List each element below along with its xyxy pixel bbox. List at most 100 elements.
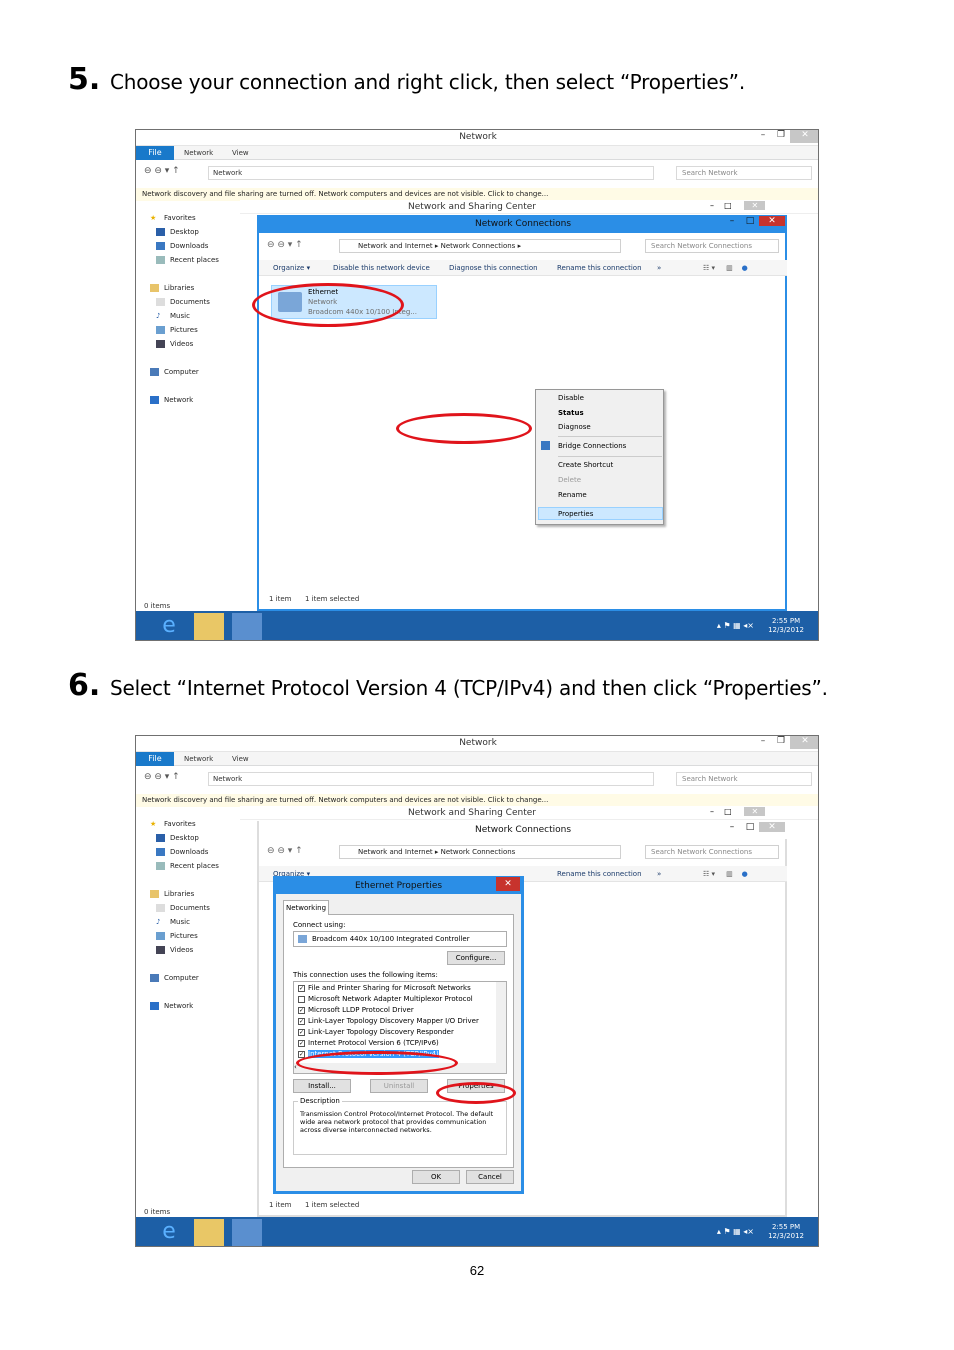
list-item[interactable]: ✓ Link-Layer Topology Discovery Responder [298, 1028, 454, 1036]
nav-desktop[interactable]: Desktop [156, 834, 199, 842]
close-icon[interactable]: ✕ [496, 877, 520, 891]
minimize-icon[interactable]: – [723, 216, 741, 226]
list-item[interactable]: ✓ Link-Layer Topology Discovery Mapper I/… [298, 1017, 479, 1025]
menu-item-disable[interactable]: Disable [558, 394, 584, 402]
system-tray-icons[interactable]: ▴ ⚑ ▦ ◂× [717, 1227, 754, 1236]
nc-title-bar: Network Connections – □ ✕ [259, 215, 787, 233]
nav-recent-places[interactable]: Recent places [156, 862, 219, 870]
rename-button[interactable]: Rename this connection [557, 264, 642, 272]
system-tray-icons[interactable]: ▴ ⚑ ▦ ◂× [717, 621, 754, 630]
restore-icon[interactable]: ❐ [772, 736, 790, 749]
search-input[interactable]: Search Network [676, 166, 812, 180]
nav-network[interactable]: Network [150, 1002, 193, 1010]
internet-explorer-icon[interactable]: e [154, 613, 184, 640]
minimize-icon[interactable]: – [754, 736, 772, 749]
menu-item-status[interactable]: Status [558, 409, 584, 417]
cancel-button[interactable]: Cancel [466, 1170, 514, 1184]
back-icon[interactable]: ⊖ ⊖ ▾ ↑ [144, 166, 180, 176]
tab-view[interactable]: View [232, 752, 249, 766]
nav-arrows-icon[interactable]: ⊖ ⊖ ▾ ↑ [267, 240, 303, 250]
address-input[interactable]: Network [208, 772, 654, 786]
uninstall-button[interactable]: Uninstall [370, 1079, 428, 1093]
rename-button[interactable]: Rename this connection [557, 870, 642, 878]
search-input[interactable]: Search Network [676, 772, 812, 786]
maximize-icon[interactable]: □ [741, 216, 759, 226]
more-commands-button[interactable]: » [657, 870, 661, 878]
nsc-window-controls[interactable]: – □ ✕ [710, 201, 766, 210]
menu-item-create-shortcut[interactable]: Create Shortcut [558, 461, 613, 469]
maximize-icon[interactable]: □ [741, 822, 759, 832]
control-panel-icon[interactable] [232, 1219, 262, 1246]
view-options-icon[interactable]: ☷ ▾ ▥ ● [703, 870, 748, 878]
close-icon[interactable]: ✕ [759, 822, 785, 832]
restore-icon[interactable]: ❐ [772, 130, 790, 143]
control-panel-icon[interactable] [232, 613, 262, 640]
nav-videos[interactable]: Videos [156, 340, 193, 348]
nav-pictures[interactable]: Pictures [156, 932, 198, 940]
file-explorer-icon[interactable] [194, 1219, 224, 1246]
file-explorer-icon[interactable] [194, 613, 224, 640]
list-item[interactable]: ✓ File and Printer Sharing for Microsoft … [298, 984, 471, 992]
clock[interactable]: 2:55 PM 12/3/2012 [768, 617, 804, 635]
nav-documents[interactable]: Documents [156, 298, 210, 306]
tab-networking[interactable]: Networking [283, 900, 329, 915]
screenshot-step-5: Network – ❐ ✕ File Network View ⊖ ⊖ ▾ ↑ Ne… [135, 129, 819, 641]
menu-item-rename[interactable]: Rename [558, 491, 587, 499]
nav-libraries[interactable]: Libraries [150, 890, 194, 898]
diagnose-button[interactable]: Diagnose this connection [449, 264, 538, 272]
nav-recent-places[interactable]: Recent places [156, 256, 219, 264]
nav-desktop[interactable]: Desktop [156, 228, 199, 236]
nav-documents[interactable]: Documents [156, 904, 210, 912]
menu-item-bridge[interactable]: Bridge Connections [558, 442, 626, 450]
nav-favorites[interactable]: ★ Favorites [150, 820, 196, 828]
view-options-icon[interactable]: ☷ ▾ ▥ ● [703, 264, 748, 272]
nc-breadcrumb[interactable]: Network and Internet ▸ Network Connectio… [339, 239, 621, 253]
nav-computer[interactable]: Computer [150, 368, 199, 376]
disable-device-button[interactable]: Disable this network device [333, 264, 430, 272]
install-button[interactable]: Install... [293, 1079, 351, 1093]
nav-network[interactable]: Network [150, 396, 193, 404]
list-scrollbar[interactable] [496, 982, 506, 1064]
menu-item-delete[interactable]: Delete [558, 476, 581, 484]
nav-videos[interactable]: Videos [156, 946, 193, 954]
red-highlight-circle [252, 283, 404, 327]
nav-downloads[interactable]: Downloads [156, 242, 208, 250]
nav-downloads[interactable]: Downloads [156, 848, 208, 856]
more-commands-button[interactable]: » [657, 264, 661, 272]
title-bar: Network – ❐ ✕ [136, 130, 818, 146]
ok-button[interactable]: OK [412, 1170, 460, 1184]
close-icon[interactable]: ✕ [790, 736, 818, 749]
internet-explorer-icon[interactable]: e [154, 1219, 184, 1246]
list-item[interactable]: ✓ Internet Protocol Version 6 (TCP/IPv6) [298, 1039, 439, 1047]
nav-favorites[interactable]: ★ Favorites [150, 214, 196, 222]
nav-computer[interactable]: Computer [150, 974, 199, 982]
clock[interactable]: 2:55 PM 12/3/2012 [768, 1223, 804, 1241]
window-title: Network [459, 132, 497, 142]
address-input[interactable]: Network [208, 166, 654, 180]
tab-network[interactable]: Network [184, 146, 213, 160]
nav-pictures[interactable]: Pictures [156, 326, 198, 334]
nc-search-input[interactable]: Search Network Connections [645, 239, 779, 253]
minimize-icon[interactable]: – [754, 130, 772, 143]
nav-arrows-icon[interactable]: ⊖ ⊖ ▾ ↑ [267, 846, 303, 856]
list-item[interactable]: Microsoft Network Adapter Multiplexor Pr… [298, 995, 473, 1003]
list-item[interactable]: ✓ Microsoft LLDP Protocol Driver [298, 1006, 414, 1014]
nsc-window-controls[interactable]: – □ ✕ [710, 807, 766, 816]
menu-item-properties[interactable]: Properties [558, 510, 593, 518]
menu-item-diagnose[interactable]: Diagnose [558, 423, 591, 431]
tab-view[interactable]: View [232, 146, 249, 160]
close-icon[interactable]: ✕ [759, 216, 785, 226]
tab-file[interactable]: File [136, 752, 174, 766]
back-icon[interactable]: ⊖ ⊖ ▾ ↑ [144, 772, 180, 782]
organize-menu[interactable]: Organize ▾ [273, 264, 310, 272]
nav-music[interactable]: ♪ Music [156, 312, 190, 320]
configure-button[interactable]: Configure... [447, 951, 505, 965]
tab-file[interactable]: File [136, 146, 174, 160]
nav-music[interactable]: ♪ Music [156, 918, 190, 926]
close-icon[interactable]: ✕ [790, 130, 818, 143]
minimize-icon[interactable]: – [723, 822, 741, 832]
nav-libraries[interactable]: Libraries [150, 284, 194, 292]
nc-search-input[interactable]: Search Network Connections [645, 845, 779, 859]
tab-network[interactable]: Network [184, 752, 213, 766]
nc-breadcrumb[interactable]: Network and Internet ▸ Network Connectio… [339, 845, 621, 859]
